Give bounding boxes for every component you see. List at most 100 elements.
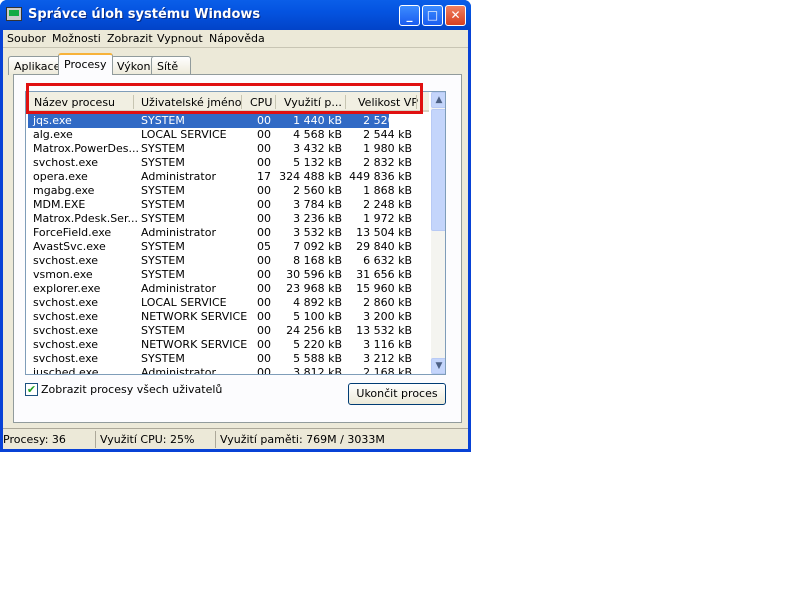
show-all-users-checkbox[interactable]: ✔: [25, 383, 38, 396]
process-row[interactable]: Matrox.PowerDes... SYSTEM 00 3 432 kB 1 980 …: [28, 142, 412, 156]
process-row[interactable]: svchost.exe NETWORK SERVICE 00 5 220 kB 3 11…: [28, 338, 412, 352]
cell-vm-size: 29 840 kB: [356, 240, 412, 253]
cell-process-name: opera.exe: [33, 170, 88, 183]
cell-process-name: svchost.exe: [33, 338, 99, 351]
status-processes: Procesy: 36: [3, 433, 66, 446]
cell-user-name: SYSTEM: [141, 142, 185, 155]
cell-memory-usage: 4 892 kB: [293, 296, 342, 309]
process-row[interactable]: alg.exe LOCAL SERVICE 00 4 568 kB 2 544 kB: [28, 128, 412, 142]
cell-vm-size: 2 544 kB: [363, 128, 412, 141]
process-row[interactable]: vsmon.exe SYSTEM 00 30 596 kB 31 656 kB: [28, 268, 412, 282]
tab-procesy[interactable]: Procesy: [58, 53, 113, 75]
process-row[interactable]: jqs.exe SYSTEM 00 1 440 kB 2 520 kB: [28, 114, 412, 128]
cell-memory-usage: 5 132 kB: [293, 156, 342, 169]
cell-vm-size: 1 972 kB: [363, 212, 412, 225]
cell-vm-size: 2 520 kB: [363, 114, 412, 127]
cell-memory-usage: 3 532 kB: [293, 226, 342, 239]
vertical-scrollbar[interactable]: ▲ ▼: [431, 92, 445, 374]
cell-user-name: SYSTEM: [141, 184, 185, 197]
cell-process-name: jqs.exe: [33, 114, 72, 127]
cell-process-name: svchost.exe: [33, 352, 99, 365]
cell-vm-size: 1 868 kB: [363, 184, 412, 197]
process-row[interactable]: opera.exe Administrator 17 324 488 kB 449 83…: [28, 170, 412, 184]
cell-process-name: explorer.exe: [33, 282, 101, 295]
cell-memory-usage: 23 968 kB: [286, 282, 342, 295]
cell-vm-size: 1 980 kB: [363, 142, 412, 155]
cell-memory-usage: 3 812 kB: [293, 366, 342, 375]
process-row[interactable]: ForceField.exe Administrator 00 3 532 kB 13 …: [28, 226, 412, 240]
cell-user-name: SYSTEM: [141, 268, 185, 281]
cell-process-name: svchost.exe: [33, 296, 99, 309]
cell-memory-usage: 324 488 kB: [279, 170, 342, 183]
menu-bar: Soubor Možnosti Zobrazit Vypnout Nápověd…: [3, 30, 468, 48]
status-bar: Procesy: 36 Využití CPU: 25% Využití pam…: [3, 428, 468, 449]
process-row[interactable]: svchost.exe SYSTEM 00 24 256 kB 13 532 kB: [28, 324, 412, 338]
status-memory: Využití paměti: 769M / 3033M: [220, 433, 385, 446]
cell-memory-usage: 24 256 kB: [286, 324, 342, 337]
cell-process-name: Matrox.PowerDes...: [33, 142, 139, 155]
cell-vm-size: 2 860 kB: [363, 296, 412, 309]
title-bar: Správce úloh systému Windows _ □ ✕: [0, 0, 471, 30]
cell-user-name: Administrator: [141, 366, 216, 375]
end-process-button[interactable]: Ukončit proces: [348, 383, 446, 405]
cell-vm-size: 13 504 kB: [356, 226, 412, 239]
process-list[interactable]: Název procesu Uživatelské jméno CPU Využ…: [25, 91, 446, 375]
cell-vm-size: 449 836 kB: [349, 170, 412, 183]
menu-zobrazit[interactable]: Zobrazit: [107, 32, 153, 45]
process-row[interactable]: explorer.exe Administrator 00 23 968 kB 15 9…: [28, 282, 412, 296]
cell-process-name: svchost.exe: [33, 156, 99, 169]
process-row[interactable]: Matrox.Pdesk.Ser... SYSTEM 00 3 236 kB 1 972…: [28, 212, 412, 226]
cell-process-name: svchost.exe: [33, 254, 99, 267]
cell-user-name: SYSTEM: [141, 212, 185, 225]
cell-vm-size: 15 960 kB: [356, 282, 412, 295]
cell-user-name: SYSTEM: [141, 352, 185, 365]
cell-vm-size: 2 168 kB: [363, 366, 412, 375]
cell-memory-usage: 3 236 kB: [293, 212, 342, 225]
cell-vm-size: 3 212 kB: [363, 352, 412, 365]
process-row[interactable]: mgabg.exe SYSTEM 00 2 560 kB 1 868 kB: [28, 184, 412, 198]
scroll-thumb[interactable]: [431, 109, 445, 231]
cell-memory-usage: 5 588 kB: [293, 352, 342, 365]
process-row[interactable]: jusched.exe Administrator 00 3 812 kB 2 168 …: [28, 366, 412, 375]
cell-process-name: alg.exe: [33, 128, 73, 141]
tab-vykon[interactable]: Výkon: [111, 56, 157, 75]
task-manager-window: Správce úloh systému Windows _ □ ✕ Soubo…: [0, 0, 471, 452]
scroll-up-button[interactable]: ▲: [431, 92, 445, 108]
scroll-down-button[interactable]: ▼: [431, 358, 445, 374]
cell-vm-size: 3 116 kB: [363, 338, 412, 351]
process-row[interactable]: svchost.exe SYSTEM 00 8 168 kB 6 632 kB: [28, 254, 412, 268]
cell-user-name: Administrator: [141, 226, 216, 239]
cell-user-name: SYSTEM: [141, 324, 185, 337]
cell-memory-usage: 2 560 kB: [293, 184, 342, 197]
cell-vm-size: 31 656 kB: [356, 268, 412, 281]
cell-memory-usage: 3 784 kB: [293, 198, 342, 211]
menu-napoveda[interactable]: Nápověda: [209, 32, 265, 45]
process-row[interactable]: MDM.EXE SYSTEM 00 3 784 kB 2 248 kB: [28, 198, 412, 212]
cell-vm-size: 6 632 kB: [363, 254, 412, 267]
show-all-users-label: Zobrazit procesy všech uživatelů: [41, 383, 223, 396]
minimize-button[interactable]: _: [399, 5, 420, 26]
maximize-button[interactable]: □: [422, 5, 443, 26]
close-button[interactable]: ✕: [445, 5, 466, 26]
process-row[interactable]: svchost.exe SYSTEM 00 5 588 kB 3 212 kB: [28, 352, 412, 366]
cell-process-name: jusched.exe: [33, 366, 99, 375]
process-row[interactable]: AvastSvc.exe SYSTEM 05 7 092 kB 29 840 kB: [28, 240, 412, 254]
cell-memory-usage: 3 432 kB: [293, 142, 342, 155]
cell-process-name: Matrox.Pdesk.Ser...: [33, 212, 138, 225]
tab-site[interactable]: Sítě: [151, 56, 191, 75]
cell-user-name: NETWORK SERVICE: [141, 338, 248, 351]
cell-memory-usage: 4 568 kB: [293, 128, 342, 141]
cell-user-name: SYSTEM: [141, 198, 185, 211]
cell-vm-size: 3 200 kB: [363, 310, 412, 323]
menu-moznosti[interactable]: Možnosti: [52, 32, 101, 45]
cell-process-name: svchost.exe: [33, 310, 99, 323]
process-row[interactable]: svchost.exe NETWORK SERVICE 00 5 100 kB 3 20…: [28, 310, 412, 324]
cell-user-name: Administrator: [141, 170, 216, 183]
cell-process-name: mgabg.exe: [33, 184, 95, 197]
cell-memory-usage: 7 092 kB: [293, 240, 342, 253]
process-row[interactable]: svchost.exe LOCAL SERVICE 00 4 892 kB 2 860 …: [28, 296, 412, 310]
status-cpu: Využití CPU: 25%: [100, 433, 195, 446]
menu-vypnout[interactable]: Vypnout: [157, 32, 203, 45]
process-row[interactable]: svchost.exe SYSTEM 00 5 132 kB 2 832 kB: [28, 156, 412, 170]
menu-soubor[interactable]: Soubor: [7, 32, 46, 45]
